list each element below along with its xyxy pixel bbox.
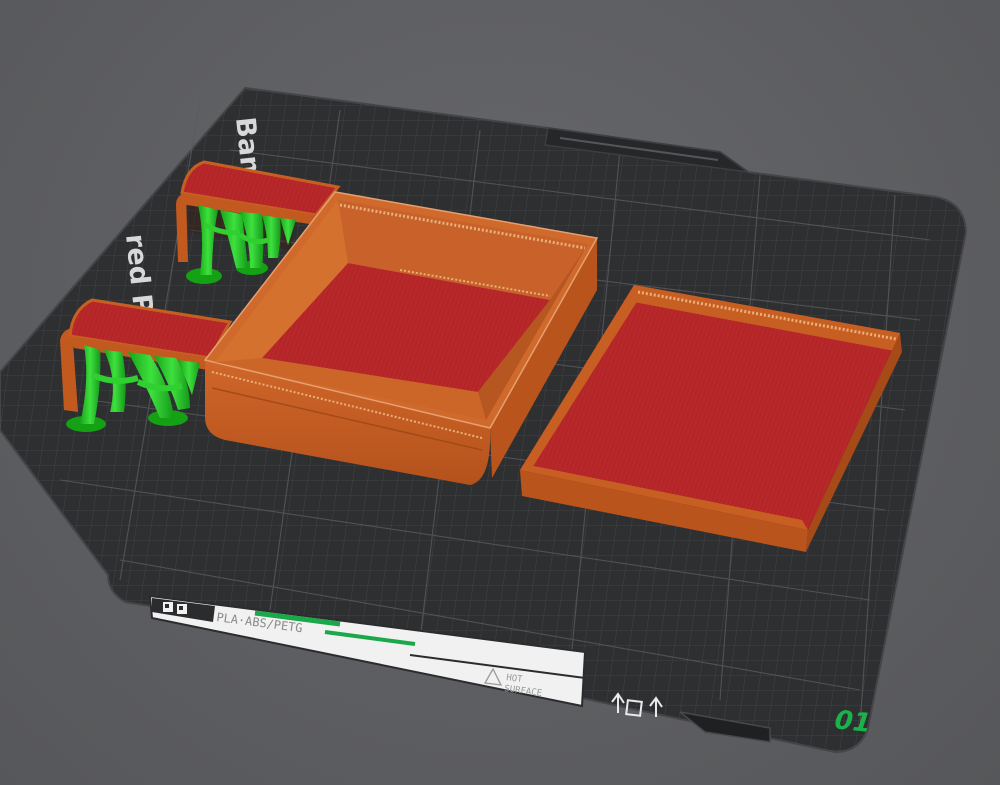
build-plate-scene[interactable]: Bamb red Pl PLA·ABS/PETG HOT SURFACE 01 <box>0 0 1000 785</box>
plate-number: 01 <box>830 706 875 739</box>
3d-viewport[interactable]: Bamb red Pl PLA·ABS/PETG HOT SURFACE 01 <box>0 0 1000 785</box>
